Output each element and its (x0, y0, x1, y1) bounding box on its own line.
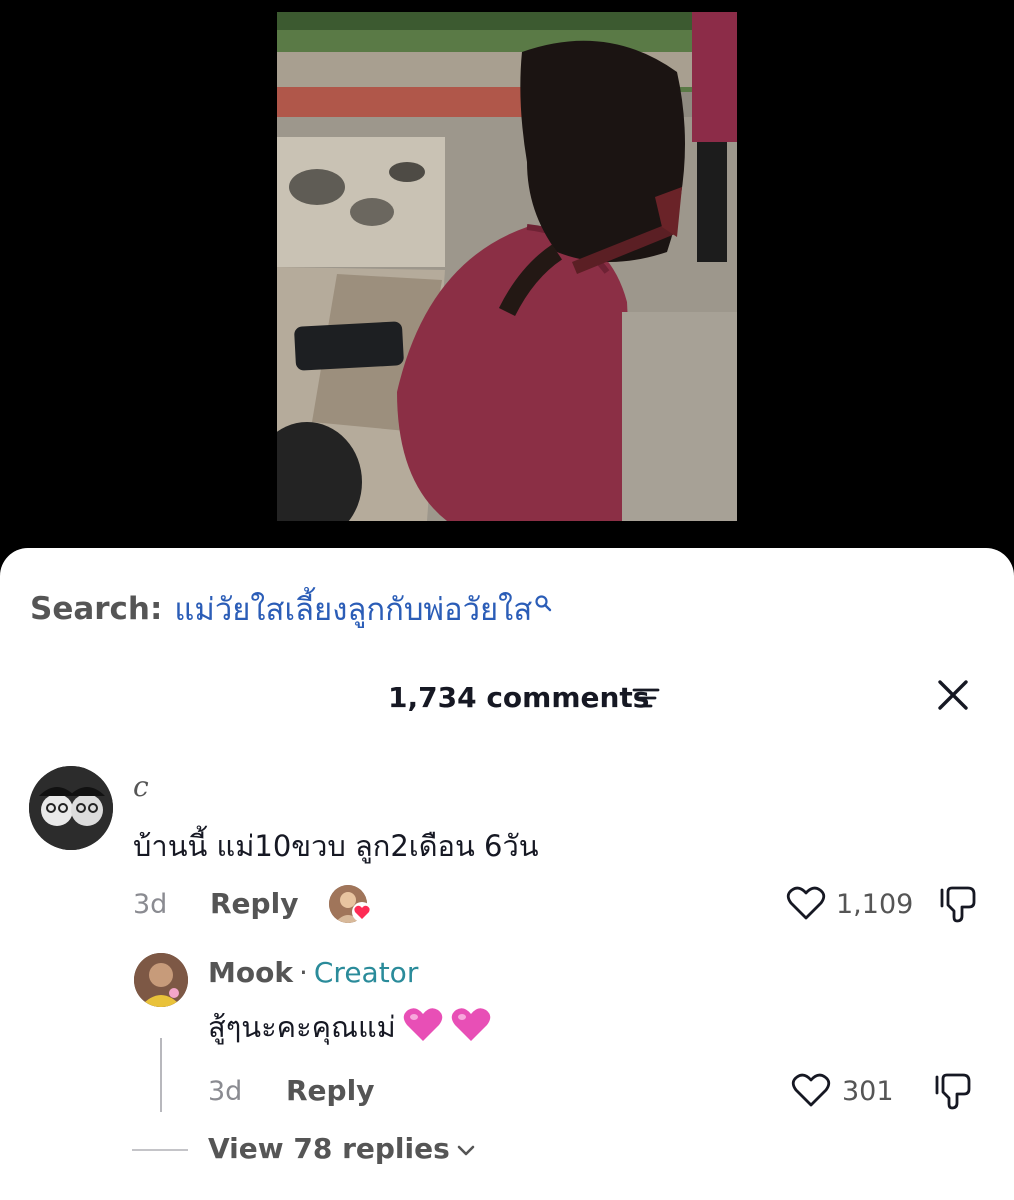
comments-header: 1,734 comments (0, 673, 1014, 723)
thread-connector-line (160, 1038, 162, 1112)
search-suggestion[interactable]: Search: แม่วัยใสเลี้ยงลูกกับพ่อวัยใส (30, 584, 552, 634)
commenter-username[interactable]: c (133, 770, 149, 803)
comment-like-count: 1,109 (836, 889, 914, 920)
search-prefix: Search: (30, 591, 163, 627)
search-term-link[interactable]: แม่วัยใสเลี้ยงลูกกับพ่อวัยใส (174, 584, 532, 634)
view-replies-label: View 78 replies (208, 1132, 450, 1165)
reply-text: สู้ๆนะคะคุณแม่ (208, 1010, 396, 1044)
reply-username[interactable]: Mook (208, 956, 293, 989)
reply-separator: · (298, 956, 308, 989)
creator-liked-heart-icon (351, 902, 373, 926)
reply-like-count: 301 (842, 1076, 894, 1107)
video-frame-image (277, 12, 737, 521)
comment-time: 3d (133, 889, 168, 920)
chevron-down-icon (456, 1132, 476, 1165)
creator-badge: Creator (313, 956, 419, 989)
video-player[interactable] (0, 0, 1014, 560)
reply-reply-button[interactable]: Reply (286, 1074, 374, 1107)
reply-username-row: Mook · Creator (208, 956, 418, 989)
view-replies-divider (132, 1149, 188, 1151)
reply-text-row: สู้ๆนะคะคุณแม่ (208, 1004, 492, 1050)
comment-reply-button[interactable]: Reply (210, 887, 298, 920)
comment-like-heart-icon[interactable] (786, 885, 826, 925)
sort-icon[interactable] (632, 687, 660, 713)
view-replies-button[interactable]: View 78 replies (208, 1132, 476, 1165)
search-icon (534, 584, 552, 620)
comments-sheet: Search: แม่วัยใสเลี้ยงลูกกับพ่อวัยใส 1,7… (0, 548, 1014, 1200)
comment-count: 1,734 comments (388, 681, 650, 714)
reply-avatar[interactable] (134, 953, 188, 1007)
reply-like-heart-icon[interactable] (791, 1072, 831, 1112)
close-icon[interactable] (935, 677, 971, 717)
comment-dislike-icon[interactable] (938, 884, 978, 928)
commenter-avatar[interactable] (29, 766, 113, 850)
pink-heart-emoji-icon (402, 1005, 444, 1050)
pink-heart-emoji-icon (450, 1005, 492, 1050)
comment-text: บ้านนี้ แม่10ขวบ ลูก2เดือน 6วัน (133, 829, 539, 863)
reply-dislike-icon[interactable] (933, 1071, 973, 1115)
reply-time: 3d (208, 1076, 243, 1107)
